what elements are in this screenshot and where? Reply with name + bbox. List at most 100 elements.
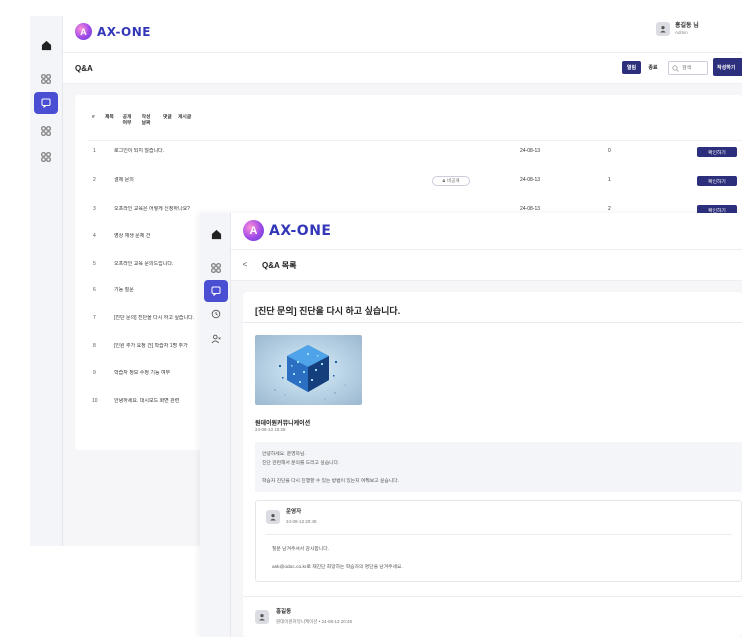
post-image bbox=[255, 335, 362, 405]
row-date: 24-08-13 bbox=[520, 148, 541, 154]
row-date: 24-08-13 bbox=[520, 206, 541, 212]
sidebar-item-qna[interactable] bbox=[34, 92, 58, 114]
grid-icon bbox=[211, 263, 221, 273]
reply-body-line: ask@odoc.co.kr로 재진단 희망하는 학습자의 명단을 남겨주세요. bbox=[272, 565, 403, 570]
row-title[interactable]: 영상 재생 문제 건 bbox=[114, 233, 150, 240]
row-number: 4 bbox=[93, 233, 96, 239]
post-content bbox=[255, 442, 742, 492]
home-icon bbox=[211, 229, 221, 239]
post-body-line: 안녕하세요. 운영자님. bbox=[262, 452, 306, 457]
sidebar bbox=[30, 16, 63, 546]
logo-mark-icon: A bbox=[243, 220, 264, 241]
brand-logo[interactable]: A AX-ONE bbox=[75, 23, 151, 40]
logo-mark-icon: A bbox=[75, 23, 92, 40]
divider bbox=[243, 596, 742, 597]
post-body-line: 학습자 진단을 다시 진행할 수 있는 방법이 있는지 여쭤보고 싶습니다. bbox=[262, 479, 399, 484]
home-icon bbox=[41, 40, 51, 50]
row-title[interactable]: 학습자 정보 수정 기능 여부 bbox=[114, 370, 170, 377]
clock-icon bbox=[211, 309, 221, 319]
sidebar-item-history[interactable] bbox=[204, 303, 228, 325]
table-divider bbox=[87, 140, 742, 141]
sidebar-item-apps[interactable] bbox=[204, 257, 228, 279]
write-post-button[interactable]: 작성하기 bbox=[713, 58, 742, 76]
row-title[interactable]: 결제 문의 bbox=[114, 177, 134, 184]
view-button[interactable]: 확인하기 bbox=[697, 147, 737, 157]
comment-meta: 원데이원커뮤니케이션 • 24-08-13 20:48 bbox=[276, 619, 352, 624]
search-field[interactable] bbox=[668, 61, 708, 75]
row-number: 1 bbox=[93, 148, 96, 154]
comment-author: 홍길동 bbox=[276, 609, 292, 615]
reply-body-line: 질문 남겨주셔서 감사합니다. bbox=[272, 547, 329, 552]
row-comment-count: 1 bbox=[608, 177, 611, 183]
row-number: 6 bbox=[93, 287, 96, 293]
row-number: 5 bbox=[93, 261, 96, 267]
column-header-post: 게시글 bbox=[178, 115, 192, 120]
top-bar bbox=[63, 16, 742, 52]
column-header-comments: 댓글 bbox=[163, 115, 172, 120]
sidebar-item-home[interactable] bbox=[204, 223, 228, 245]
user-avatar-icon bbox=[656, 22, 670, 36]
row-title[interactable]: [인원 추가 요청 건] 학습자 1명 추가 bbox=[114, 343, 188, 350]
sidebar-item-home[interactable] bbox=[34, 34, 58, 56]
sidebar-item-settings[interactable] bbox=[34, 146, 58, 168]
view-button[interactable]: 확인하기 bbox=[697, 176, 737, 186]
grid-icon bbox=[41, 152, 51, 162]
reply-author: 운영자 bbox=[286, 509, 302, 515]
row-title[interactable]: 로그인이 되지 않습니다. bbox=[114, 148, 164, 155]
cube-illustration-icon bbox=[274, 345, 346, 400]
user-name: 홍길동 님 bbox=[675, 23, 699, 29]
grid-icon bbox=[41, 126, 51, 136]
row-title[interactable]: [진단 문의] 진단을 다시 하고 싶습니다. bbox=[114, 315, 194, 322]
row-title[interactable]: 안녕하세요. 대시보드 화면 관련 bbox=[114, 398, 179, 405]
detail-header bbox=[231, 249, 742, 281]
row-number: 10 bbox=[92, 398, 98, 404]
row-number: 9 bbox=[93, 370, 96, 376]
column-header-date: 작성 날짜 bbox=[141, 115, 151, 126]
grid-icon bbox=[41, 74, 51, 84]
reply-date: 24-08-13 20:48 bbox=[286, 519, 317, 524]
filter-closed-button[interactable]: 종료 bbox=[645, 61, 661, 74]
row-title[interactable]: 오프라인 교육은 어떻게 신청하나요? bbox=[114, 206, 190, 213]
post-title: [진단 문의] 진단을 다시 하고 싶습니다. bbox=[255, 306, 401, 316]
page-title: Q&A bbox=[75, 64, 93, 73]
user-menu[interactable]: 홍길동 님 Admin bbox=[656, 22, 699, 36]
sidebar-item-qna[interactable] bbox=[204, 280, 228, 302]
avatar-icon bbox=[255, 610, 269, 624]
divider bbox=[243, 322, 742, 323]
row-number: 8 bbox=[93, 343, 96, 349]
sidebar-item-apps[interactable] bbox=[34, 68, 58, 90]
column-header-title: 제목 bbox=[105, 115, 114, 120]
row-title[interactable]: 기능 질문 bbox=[114, 287, 134, 294]
back-button[interactable]: < bbox=[239, 258, 251, 270]
brand-name: AX-ONE bbox=[269, 222, 332, 239]
lock-icon: 🔒︎ bbox=[442, 178, 446, 184]
detail-sidebar bbox=[200, 213, 231, 637]
column-header-number: # bbox=[92, 115, 95, 120]
row-number: 2 bbox=[93, 177, 96, 183]
sidebar-item-users[interactable] bbox=[204, 328, 228, 350]
search-icon bbox=[672, 64, 679, 72]
user-icon bbox=[211, 334, 221, 344]
chat-icon bbox=[41, 98, 51, 108]
filter-open-button[interactable]: 열림 bbox=[622, 61, 641, 74]
row-number: 3 bbox=[93, 206, 96, 212]
chat-icon bbox=[211, 286, 221, 296]
brand-logo[interactable]: A AX-ONE bbox=[243, 220, 331, 241]
user-role: Admin bbox=[675, 30, 688, 35]
page-title: Q&A 목록 bbox=[262, 261, 297, 270]
row-title[interactable]: 오프라인 교육 문의드립니다. bbox=[114, 261, 173, 268]
row-comment-count: 0 bbox=[608, 148, 611, 154]
screen: A AX-ONE 홍길동 님 Admin Q&A 열림 종료 작성하기 # 제목… bbox=[0, 0, 742, 637]
avatar-icon bbox=[266, 510, 280, 524]
sidebar-item-reports[interactable] bbox=[34, 120, 58, 142]
private-badge-label: 비공개 bbox=[447, 178, 460, 183]
post-date: 24-08-13 15:28 bbox=[255, 427, 286, 432]
row-comment-count: 2 bbox=[608, 206, 611, 212]
post-body-line: 진단 관련해서 문의를 드리고 싶습니다. bbox=[262, 461, 340, 466]
column-header-public: 공개 여부 bbox=[122, 115, 132, 126]
post-author: 원데이원커뮤니케이션 bbox=[255, 421, 311, 427]
search-input[interactable] bbox=[682, 65, 706, 71]
divider bbox=[266, 534, 732, 535]
row-number: 7 bbox=[93, 315, 96, 321]
brand-name: AX-ONE bbox=[97, 24, 151, 39]
